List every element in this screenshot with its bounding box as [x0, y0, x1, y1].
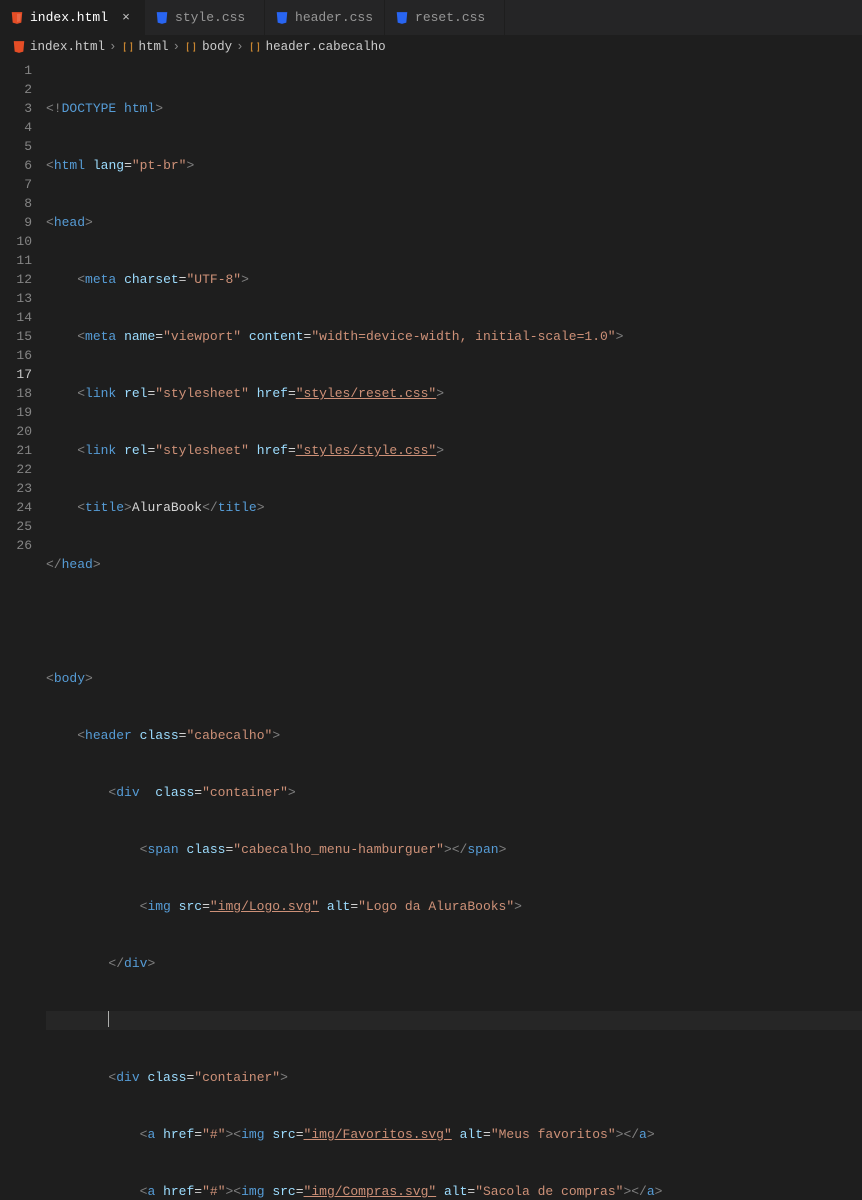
css-file-icon [275, 11, 289, 25]
line-number: 4 [0, 118, 32, 137]
line-number: 26 [0, 536, 32, 555]
line-number: 11 [0, 251, 32, 270]
line-number: 6 [0, 156, 32, 175]
code-line[interactable]: <html lang="pt-br"> [46, 156, 862, 175]
code-line[interactable]: <link rel="stylesheet" href="styles/styl… [46, 441, 862, 460]
code-line[interactable]: <body> [46, 669, 862, 688]
line-number: 13 [0, 289, 32, 308]
line-number: 10 [0, 232, 32, 251]
line-number: 8 [0, 194, 32, 213]
line-number: 15 [0, 327, 32, 346]
line-number: 12 [0, 270, 32, 289]
code-line[interactable]: <a href="#"><img src="img/Favoritos.svg"… [46, 1125, 862, 1144]
line-number: 7 [0, 175, 32, 194]
line-number: 17 [0, 365, 32, 384]
line-number: 23 [0, 479, 32, 498]
breadcrumb-item[interactable]: html [139, 40, 169, 54]
code-line[interactable]: <div class="container"> [46, 1068, 862, 1087]
code-line[interactable]: <header class="cabecalho"> [46, 726, 862, 745]
tab-reset-css[interactable]: reset.css [385, 0, 505, 35]
text-cursor [108, 1011, 109, 1027]
html-file-icon [10, 11, 24, 25]
code-line[interactable]: <a href="#"><img src="img/Compras.svg" a… [46, 1182, 862, 1200]
line-number: 22 [0, 460, 32, 479]
tab-label: reset.css [415, 10, 485, 25]
tab-style-css[interactable]: style.css [145, 0, 265, 35]
chevron-right-icon: › [109, 40, 117, 54]
code-line[interactable]: <!DOCTYPE html> [46, 99, 862, 118]
line-number: 1 [0, 61, 32, 80]
line-number: 24 [0, 498, 32, 517]
breadcrumb: index.html › html › body › header.cabeca… [0, 35, 862, 59]
line-number: 19 [0, 403, 32, 422]
code-line[interactable]: </head> [46, 555, 862, 574]
line-number: 2 [0, 80, 32, 99]
close-icon[interactable]: × [118, 10, 134, 25]
line-number: 14 [0, 308, 32, 327]
css-file-icon [395, 11, 409, 25]
tabs-bar: index.html × style.css header.css reset.… [0, 0, 862, 35]
tab-label: index.html [30, 10, 108, 25]
code-line[interactable]: <head> [46, 213, 862, 232]
line-number: 9 [0, 213, 32, 232]
brackets-icon [121, 40, 135, 54]
editor[interactable]: 1234567891011121314151617181920212223242… [0, 59, 862, 1200]
code-area[interactable]: <!DOCTYPE html> <html lang="pt-br"> <hea… [46, 59, 862, 1200]
tab-label: header.css [295, 10, 373, 25]
tab-label: style.css [175, 10, 245, 25]
tab-header-css[interactable]: header.css [265, 0, 385, 35]
line-number: 16 [0, 346, 32, 365]
code-line[interactable] [46, 612, 862, 631]
brackets-icon [248, 40, 262, 54]
code-line[interactable]: <meta name="viewport" content="width=dev… [46, 327, 862, 346]
chevron-right-icon: › [236, 40, 244, 54]
line-number: 25 [0, 517, 32, 536]
line-number: 18 [0, 384, 32, 403]
breadcrumb-item[interactable]: index.html [30, 40, 105, 54]
code-line[interactable]: <span class="cabecalho_menu-hamburguer">… [46, 840, 862, 859]
code-line[interactable]: <link rel="stylesheet" href="styles/rese… [46, 384, 862, 403]
line-number: 20 [0, 422, 32, 441]
brackets-icon [184, 40, 198, 54]
code-line[interactable] [46, 1011, 862, 1030]
code-line[interactable]: </div> [46, 954, 862, 973]
html-file-icon [12, 40, 26, 54]
line-number: 5 [0, 137, 32, 156]
line-number: 21 [0, 441, 32, 460]
line-number-gutter: 1234567891011121314151617181920212223242… [0, 59, 46, 1200]
css-file-icon [155, 11, 169, 25]
breadcrumb-item[interactable]: header.cabecalho [266, 40, 386, 54]
code-line[interactable]: <img src="img/Logo.svg" alt="Logo da Alu… [46, 897, 862, 916]
code-line[interactable]: <div class="container"> [46, 783, 862, 802]
code-line[interactable]: <title>AluraBook</title> [46, 498, 862, 517]
tab-index-html[interactable]: index.html × [0, 0, 145, 35]
line-number: 3 [0, 99, 32, 118]
chevron-right-icon: › [173, 40, 181, 54]
breadcrumb-item[interactable]: body [202, 40, 232, 54]
code-line[interactable]: <meta charset="UTF-8"> [46, 270, 862, 289]
